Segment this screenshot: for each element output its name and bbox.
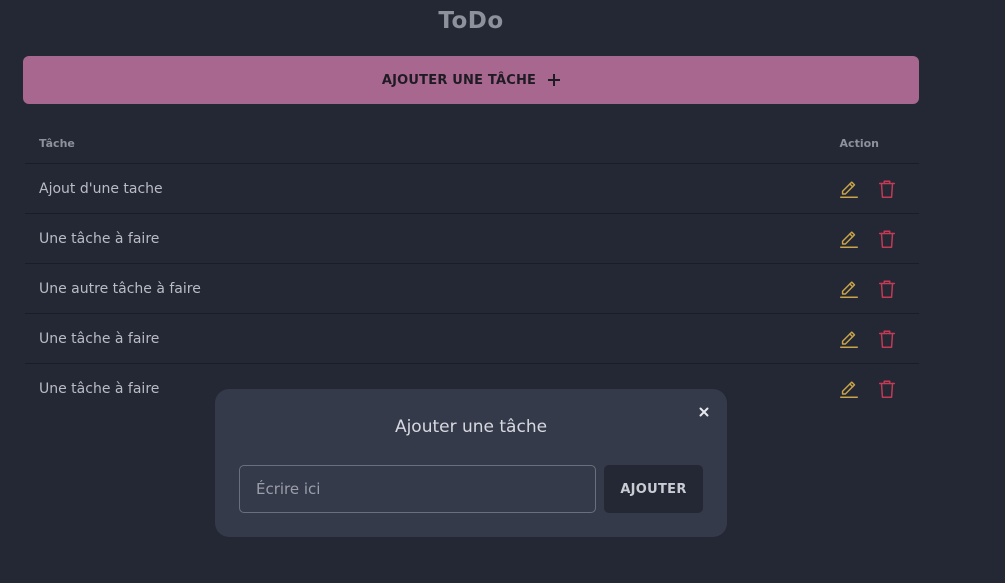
row-actions [837, 277, 899, 301]
submit-task-button[interactable]: AJOUTER [604, 465, 703, 513]
trash-icon[interactable] [875, 327, 899, 351]
add-task-modal: Ajouter une tâche AJOUTER [215, 389, 727, 537]
close-icon[interactable] [697, 405, 711, 419]
trash-icon[interactable] [875, 177, 899, 201]
task-label: Une autre tâche à faire [39, 280, 201, 297]
todo-app: ToDo AJOUTER UNE TÂCHE Tâche Action Ajou… [0, 0, 1005, 583]
trash-icon[interactable] [875, 377, 899, 401]
task-label: Ajout d'une tache [39, 180, 163, 197]
modal-title: Ajouter une tâche [394, 417, 548, 437]
pencil-icon[interactable] [837, 377, 861, 401]
task-table: Tâche Action Ajout d'une tache Une tâche… [25, 124, 919, 414]
task-label: Une tâche à faire [39, 230, 160, 247]
trash-icon[interactable] [875, 227, 899, 251]
plus-icon [548, 74, 561, 86]
task-label: Une tâche à faire [39, 381, 160, 397]
trash-icon[interactable] [875, 277, 899, 301]
header-action: Action [839, 137, 879, 150]
row-actions [837, 377, 899, 401]
row-actions [837, 227, 899, 251]
task-input[interactable] [239, 465, 596, 513]
row-actions [837, 327, 899, 351]
pencil-icon[interactable] [837, 177, 861, 201]
task-label: Une tâche à faire [39, 330, 160, 347]
add-task-label: AJOUTER UNE TÂCHE [381, 72, 537, 88]
table-row: Une tâche à faire [25, 314, 919, 364]
header-task: Tâche [39, 137, 75, 150]
table-row: Ajout d'une tache [25, 164, 919, 214]
add-task-button[interactable]: AJOUTER UNE TÂCHE [23, 56, 919, 104]
table-header: Tâche Action [25, 124, 919, 164]
pencil-icon[interactable] [837, 277, 861, 301]
table-row: Une tâche à faire [25, 214, 919, 264]
pencil-icon[interactable] [837, 327, 861, 351]
table-row: Une autre tâche à faire [25, 264, 919, 314]
pencil-icon[interactable] [837, 227, 861, 251]
page-title: ToDo [438, 8, 504, 34]
row-actions [837, 177, 899, 201]
